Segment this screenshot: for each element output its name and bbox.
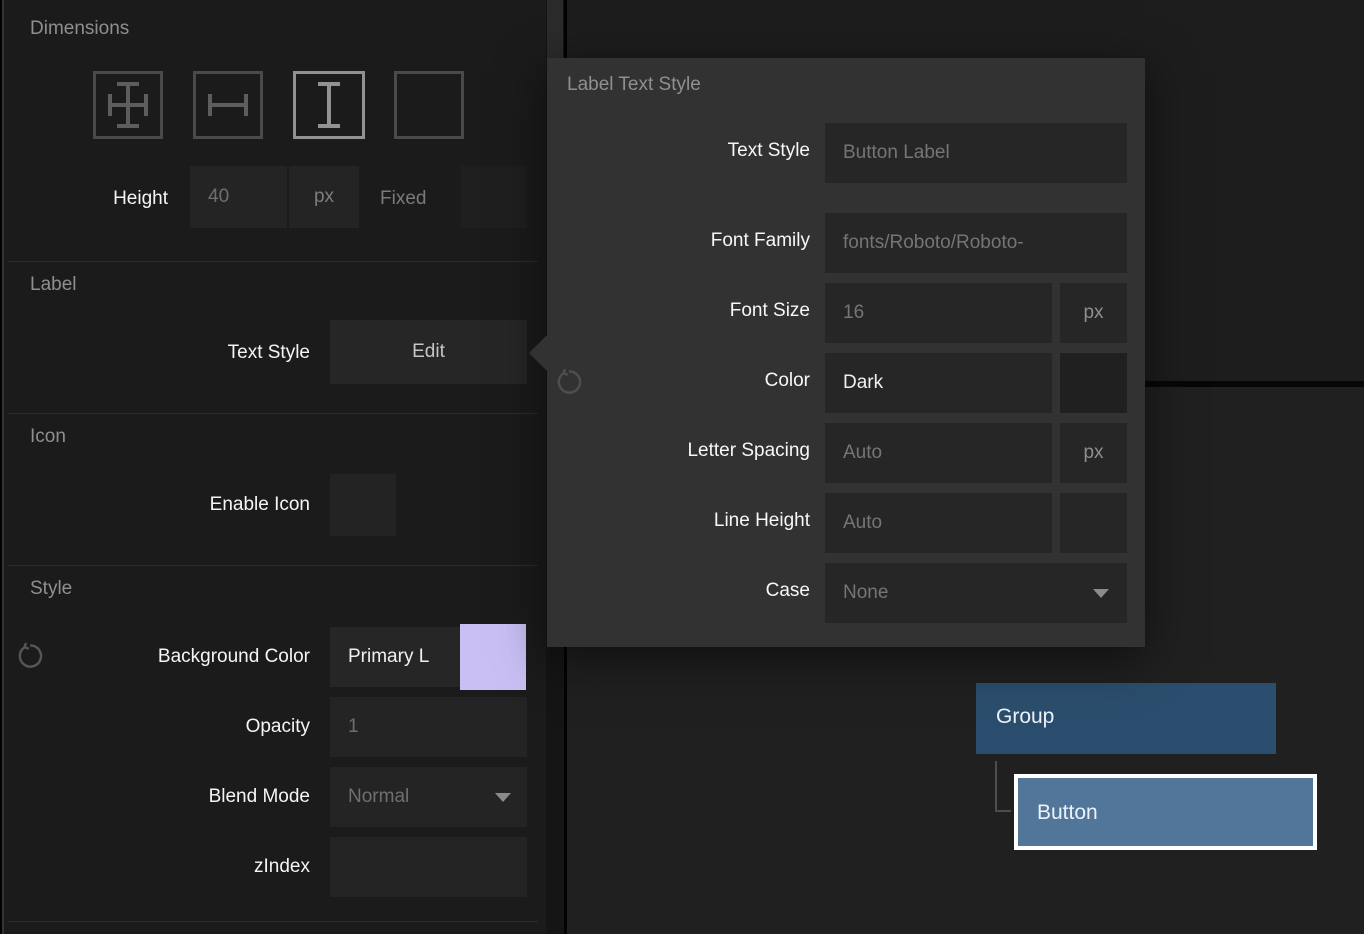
popup-font-family-input[interactable]: fonts/Roboto/Roboto- bbox=[825, 213, 1127, 273]
resize-none-button[interactable] bbox=[394, 71, 464, 139]
resize-height-icon bbox=[308, 81, 350, 129]
icon-section-title: Icon bbox=[30, 426, 66, 448]
reset-background-color-button[interactable] bbox=[16, 642, 44, 670]
popup-font-size-label: Font Size bbox=[560, 300, 810, 322]
popup-title: Label Text Style bbox=[567, 74, 701, 96]
popup-line-height-label: Line Height bbox=[560, 510, 810, 532]
popup-font-size-unit-button[interactable]: px bbox=[1060, 283, 1127, 343]
chevron-down-icon bbox=[495, 793, 511, 802]
popup-pointer bbox=[529, 334, 548, 372]
group-node[interactable]: Group bbox=[976, 683, 1276, 754]
fixed-checkbox[interactable] bbox=[461, 166, 527, 228]
text-color-swatch[interactable] bbox=[1060, 353, 1127, 413]
opacity-label: Opacity bbox=[60, 716, 310, 738]
tree-connector-horizontal bbox=[995, 810, 1011, 812]
rotate-ccw-icon bbox=[16, 642, 44, 670]
background-color-swatch[interactable] bbox=[460, 624, 526, 690]
popup-color-label: Color bbox=[560, 370, 810, 392]
popup-letter-spacing-label: Letter Spacing bbox=[560, 440, 810, 462]
section-divider bbox=[8, 565, 538, 566]
edit-button[interactable]: Edit bbox=[330, 320, 527, 384]
popup-color-value[interactable]: Dark bbox=[825, 353, 1052, 413]
properties-panel: Dimensions Height 40 px Fixed Label Text… bbox=[0, 0, 546, 934]
label-text-style-popup: Label Text Style Text Style Button Label… bbox=[547, 58, 1145, 647]
text-style-label: Text Style bbox=[100, 342, 310, 364]
height-unit-button[interactable]: px bbox=[289, 166, 359, 228]
style-section-title: Style bbox=[30, 578, 72, 600]
resize-width-button[interactable] bbox=[193, 71, 263, 139]
popup-font-family-label: Font Family bbox=[560, 230, 810, 252]
popup-font-size-input[interactable]: 16 bbox=[825, 283, 1052, 343]
popup-text-style-label: Text Style bbox=[560, 140, 810, 162]
resize-both-icon bbox=[107, 81, 149, 129]
group-node-label: Group bbox=[996, 705, 1054, 729]
enable-icon-label: Enable Icon bbox=[100, 494, 310, 516]
fixed-label: Fixed bbox=[380, 188, 426, 210]
opacity-input[interactable]: 1 bbox=[330, 697, 527, 757]
height-input[interactable]: 40 bbox=[190, 166, 287, 228]
popup-case-label: Case bbox=[560, 580, 810, 602]
popup-case-select[interactable]: None bbox=[825, 563, 1127, 623]
popup-line-height-unit-button[interactable] bbox=[1060, 493, 1127, 553]
background-color-label: Background Color bbox=[60, 646, 310, 668]
panel-left-edge-highlight bbox=[2, 0, 4, 934]
resize-none-icon bbox=[408, 81, 450, 129]
blend-mode-label: Blend Mode bbox=[60, 786, 310, 808]
zindex-label: zIndex bbox=[60, 856, 310, 878]
resize-both-button[interactable] bbox=[93, 71, 163, 139]
chevron-down-icon bbox=[1093, 589, 1109, 598]
blend-mode-select[interactable]: Normal bbox=[330, 767, 527, 827]
popup-line-height-input[interactable]: Auto bbox=[825, 493, 1052, 553]
zindex-input[interactable] bbox=[330, 837, 527, 897]
enable-icon-checkbox[interactable] bbox=[330, 474, 396, 536]
tree-connector-vertical bbox=[995, 761, 997, 812]
dimensions-section-title: Dimensions bbox=[30, 18, 129, 40]
section-divider bbox=[8, 921, 538, 922]
popup-letter-spacing-input[interactable]: Auto bbox=[825, 423, 1052, 483]
popup-letter-spacing-unit-button[interactable]: px bbox=[1060, 423, 1127, 483]
resize-height-button[interactable] bbox=[293, 71, 365, 139]
background-color-value[interactable]: Primary L bbox=[330, 627, 460, 687]
section-divider bbox=[8, 413, 538, 414]
height-label: Height bbox=[20, 188, 168, 210]
label-section-title: Label bbox=[30, 274, 77, 296]
resize-width-icon bbox=[207, 81, 249, 129]
button-node[interactable]: Button bbox=[1014, 774, 1317, 850]
button-node-label: Button bbox=[1037, 801, 1098, 825]
popup-text-style-input[interactable]: Button Label bbox=[825, 123, 1127, 183]
section-divider bbox=[8, 261, 538, 262]
